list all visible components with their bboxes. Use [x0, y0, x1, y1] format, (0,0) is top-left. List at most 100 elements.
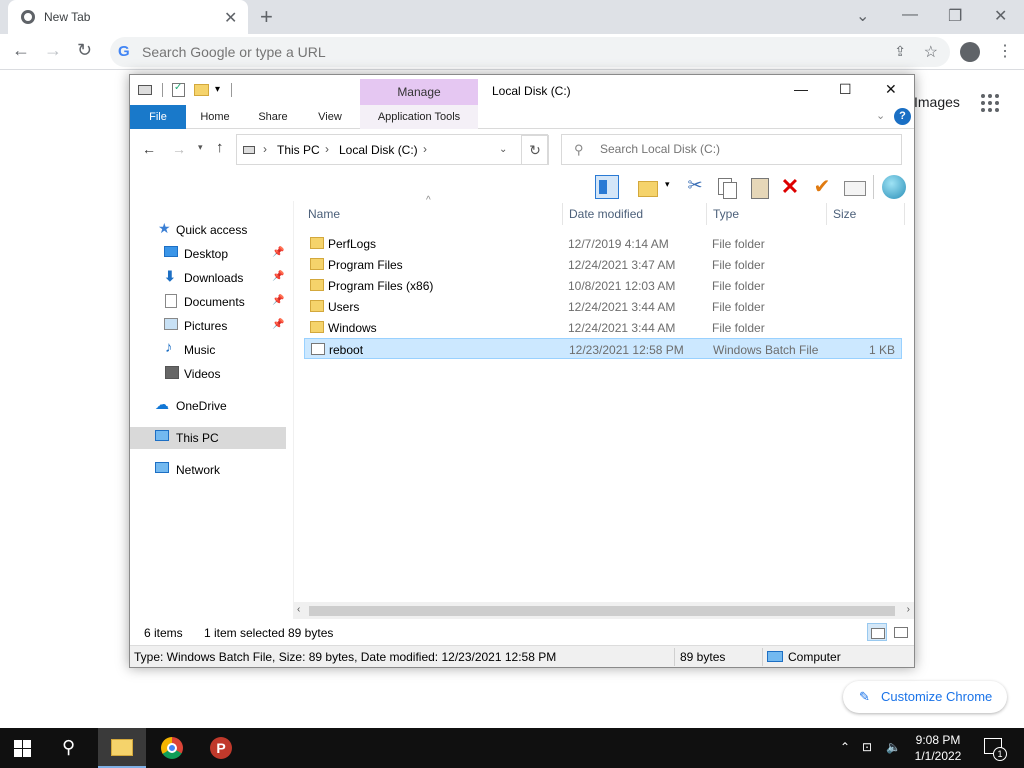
taskbar-putty[interactable]: P [197, 728, 245, 768]
search-box[interactable]: ⚲ [561, 134, 902, 165]
taskbar-search-icon[interactable]: ⚲ [62, 737, 75, 758]
nav-item-pictures[interactable]: Pictures 📌 [130, 315, 290, 337]
nav-item-this-pc[interactable]: This PC [130, 427, 286, 449]
cut-icon[interactable]: ✂ [683, 175, 707, 199]
customize-chrome-button[interactable]: ✎ Customize Chrome [843, 681, 1007, 713]
breadcrumb-chevron-icon[interactable]: › [263, 142, 267, 156]
google-apps-icon[interactable] [981, 94, 999, 112]
restore-icon[interactable]: ❐ [948, 6, 962, 26]
breadcrumb-chevron-icon[interactable]: › [325, 142, 329, 156]
images-link[interactable]: Images [914, 94, 960, 110]
file-row[interactable]: Program Files 12/24/2021 3:47 AM File fo… [304, 254, 902, 275]
tab-home[interactable]: Home [192, 105, 238, 129]
command-toolbar: ▾ ✂ ✕ ✔ [130, 171, 914, 201]
file-row[interactable]: Program Files (x86) 10/8/2021 12:03 AM F… [304, 275, 902, 296]
tray-overflow-chevron-icon[interactable]: ⌃ [840, 740, 850, 754]
scroll-left-icon[interactable]: ‹ [297, 604, 300, 615]
tab-close-icon[interactable]: ✕ [224, 8, 237, 28]
qat-customize-dropdown-icon[interactable]: ▾ [215, 84, 220, 95]
tab-search-chevron-icon[interactable]: ⌄ [856, 6, 869, 26]
explorer-close-icon[interactable]: ✕ [885, 81, 897, 98]
explorer-maximize-icon[interactable]: ☐ [839, 81, 852, 98]
column-header-size[interactable]: Size [833, 201, 856, 227]
expand-ribbon-chevron-icon[interactable]: ⌄ [876, 109, 885, 122]
profile-avatar-icon[interactable] [960, 42, 980, 62]
nav-label: This PC [176, 431, 219, 445]
explorer-forward-icon[interactable]: → [172, 141, 186, 157]
scroll-right-icon[interactable]: › [907, 604, 910, 615]
nav-item-music[interactable]: ♪ Music [130, 339, 290, 361]
forward-arrow-icon[interactable]: → [44, 40, 62, 61]
file-row-selected[interactable]: reboot 12/23/2021 12:58 PM Windows Batch… [304, 338, 902, 359]
recent-locations-chevron-icon[interactable]: ▾ [198, 142, 203, 153]
details-view-icon[interactable] [867, 623, 887, 641]
volume-muted-icon[interactable]: 🔈 [886, 740, 901, 754]
omnibox-input[interactable] [142, 42, 842, 62]
horizontal-scrollbar[interactable]: ‹ › [293, 602, 914, 619]
copy-icon[interactable] [715, 175, 739, 199]
this-pc-icon[interactable] [138, 85, 152, 95]
tab-application-tools[interactable]: Application Tools [360, 105, 478, 129]
explorer-minimize-icon[interactable]: — [794, 81, 808, 97]
taskbar-chrome[interactable] [148, 728, 196, 768]
large-icons-view-icon[interactable] [891, 623, 911, 641]
globe-icon[interactable] [882, 175, 906, 199]
back-arrow-icon[interactable]: ← [12, 40, 30, 61]
column-divider[interactable] [826, 203, 827, 225]
column-header-type[interactable]: Type [713, 201, 739, 227]
nav-item-onedrive[interactable]: ☁ OneDrive [130, 395, 290, 417]
nav-item-documents[interactable]: Documents 📌 [130, 291, 290, 313]
explorer-back-icon[interactable]: ← [142, 141, 156, 157]
column-divider[interactable] [706, 203, 707, 225]
nav-item-network[interactable]: Network [130, 459, 290, 481]
nav-item-videos[interactable]: Videos [130, 363, 290, 385]
navigation-pane: ★ Quick access Desktop 📌 ⬇ Downloads 📌 D… [130, 201, 293, 613]
new-folder-icon[interactable] [194, 84, 209, 96]
address-bar[interactable]: › This PC › Local Disk (C:) › ⌄ [236, 134, 548, 165]
omnibox[interactable]: G ⇪ ☆ [110, 37, 950, 67]
minimize-icon[interactable]: — [902, 6, 918, 24]
rename-checkmark-icon[interactable]: ✔ [810, 175, 834, 199]
up-arrow-icon[interactable]: ↑ [216, 139, 224, 156]
search-input[interactable] [600, 142, 890, 156]
breadcrumb-chevron-icon[interactable]: › [423, 142, 427, 156]
file-row[interactable]: PerfLogs 12/7/2019 4:14 AM File folder [304, 233, 902, 254]
nav-item-desktop[interactable]: Desktop 📌 [130, 243, 290, 265]
new-tab-button[interactable]: + [260, 4, 273, 30]
breadcrumb-this-pc[interactable]: This PC [277, 143, 320, 157]
tab-share[interactable]: Share [250, 105, 296, 129]
delete-icon[interactable]: ✕ [778, 175, 802, 199]
bookmark-star-icon[interactable]: ☆ [924, 42, 938, 62]
network-disconnected-icon[interactable]: ⊡ [862, 740, 872, 754]
tab-file[interactable]: File [130, 105, 186, 129]
breadcrumb-local-disk[interactable]: Local Disk (C:) [339, 143, 418, 157]
nav-item-quick-access[interactable]: ★ Quick access [130, 219, 290, 241]
pane-splitter[interactable] [293, 201, 294, 613]
address-history-dropdown-icon[interactable]: ⌄ [499, 144, 507, 155]
system-clock[interactable]: 9:08 PM 1/1/2022 [906, 732, 970, 764]
details-info-bar: Type: Windows Batch File, Size: 89 bytes… [130, 645, 914, 667]
windows-start-icon[interactable] [14, 740, 31, 757]
new-folder-toolbar-icon[interactable] [636, 175, 660, 199]
column-divider[interactable] [904, 203, 905, 225]
column-header-date-modified[interactable]: Date modified [569, 201, 643, 227]
tab-view[interactable]: View [308, 105, 352, 129]
properties-toolbar-icon[interactable] [842, 175, 866, 199]
navigation-pane-icon[interactable] [595, 175, 619, 199]
scrollbar-thumb[interactable] [309, 606, 895, 616]
file-row[interactable]: Windows 12/24/2021 3:44 AM File folder [304, 317, 902, 338]
share-icon[interactable]: ⇪ [894, 43, 906, 60]
taskbar-file-explorer[interactable] [98, 728, 146, 768]
column-header-name[interactable]: Name [308, 201, 340, 227]
close-window-icon[interactable]: ✕ [994, 6, 1007, 26]
properties-icon[interactable] [172, 82, 185, 97]
file-row[interactable]: Users 12/24/2021 3:44 AM File folder [304, 296, 902, 317]
chrome-menu-icon[interactable]: ⋮ [997, 41, 1013, 61]
paste-icon[interactable] [747, 175, 771, 199]
tab-new-tab[interactable]: New Tab ✕ [8, 0, 248, 34]
refresh-icon[interactable]: ↻ [521, 135, 549, 165]
column-divider[interactable] [562, 203, 563, 225]
nav-item-downloads[interactable]: ⬇ Downloads 📌 [130, 267, 290, 289]
reload-icon[interactable]: ↻ [77, 40, 92, 61]
help-icon[interactable]: ? [894, 108, 911, 125]
